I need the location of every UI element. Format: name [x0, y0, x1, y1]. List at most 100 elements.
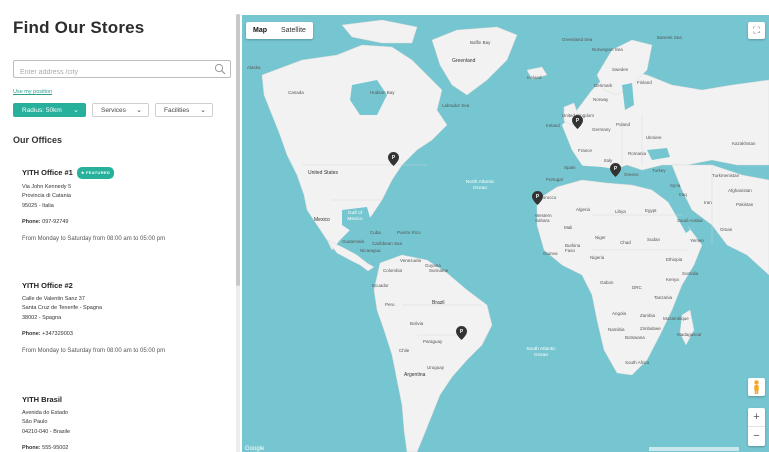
office-address-line: Via John Kennedy 5 — [22, 183, 72, 190]
map-label: Burkina Faso — [565, 243, 581, 253]
office-address-line: São Paulo — [22, 419, 48, 425]
zoom-in-button[interactable]: + — [748, 408, 765, 427]
map-label: Saudi Arabia — [677, 218, 703, 223]
location-pin-icon[interactable]: P — [532, 191, 543, 205]
map-label: Chile — [399, 348, 410, 353]
office-address-line: 38002 - Spagna — [22, 314, 62, 321]
map-label: Venezuela — [400, 258, 422, 263]
map-label: Guatemala — [342, 239, 365, 244]
map-label: Botswana — [625, 335, 645, 340]
location-pin-icon[interactable]: P — [572, 115, 583, 129]
chevron-down-icon: ⌄ — [136, 107, 142, 114]
map-label: Somalia — [682, 271, 699, 276]
map-label: Mexico — [314, 217, 330, 223]
map-label: Cuba — [370, 230, 381, 235]
map-label: Zambia — [640, 313, 656, 318]
map-label: Turkey — [652, 168, 666, 173]
map-label: Greenland — [452, 58, 476, 64]
store-map[interactable]: Greenland Canada Alaska Hudson Bay Labra… — [242, 15, 769, 452]
office-address-line: Avenida do Estado — [22, 409, 69, 416]
sidebar-scrollbar-thumb[interactable] — [236, 14, 240, 286]
map-label: Chad — [620, 240, 631, 245]
satellite-view-button[interactable]: Satellite — [274, 22, 313, 39]
map-view-button[interactable]: Map — [246, 22, 274, 39]
map-label: Mozambique — [663, 316, 689, 321]
search-icon[interactable] — [214, 63, 226, 75]
street-view-button[interactable] — [748, 378, 765, 396]
map-label: Argentina — [404, 372, 426, 378]
map-attribution — [649, 447, 739, 451]
use-my-position-link[interactable]: Use my position — [13, 89, 52, 95]
map-label: Iceland — [527, 75, 542, 80]
map-label: Gabon — [600, 280, 614, 285]
pegman-icon — [754, 380, 759, 394]
map-label: Algeria — [576, 207, 591, 212]
map-label: Peru — [385, 302, 395, 307]
radius-dropdown[interactable]: Radius: 50km ⌄ — [13, 103, 86, 117]
map-label: Ukraine — [646, 135, 662, 140]
map-label: South Africa — [625, 360, 650, 365]
map-label: Suriname — [429, 268, 449, 273]
map-label: Yemen — [690, 238, 704, 243]
map-label: North Atlantic Ocean — [465, 180, 495, 191]
office-phone: Phone: 097-92749 — [22, 219, 69, 225]
map-label: Germany — [592, 127, 611, 132]
fullscreen-button[interactable]: ⛶ — [748, 22, 765, 39]
location-pin-icon[interactable]: P — [456, 326, 467, 340]
map-label: Oman — [720, 227, 733, 232]
map-label: Finland — [637, 80, 652, 85]
map-label: Uruguay — [427, 365, 445, 370]
office-card[interactable]: YITH Office #2 Calle de Valentin Sanz 37… — [22, 281, 165, 356]
page-title: Find Our Stores — [13, 18, 145, 37]
zoom-controls: + − — [748, 408, 765, 446]
map-label: Nicaragua — [360, 248, 381, 253]
map-label: Puerto Rico — [397, 230, 421, 235]
map-label: Portugal — [546, 177, 563, 182]
map-label: Romania — [628, 151, 647, 156]
google-logo: Google — [245, 446, 265, 452]
radius-label: Radius: 50km — [22, 106, 62, 114]
map-label: Madagascar — [677, 332, 702, 337]
map-label: Brazil — [432, 300, 445, 306]
services-dropdown[interactable]: Services ⌄ — [92, 103, 149, 117]
location-pin-icon[interactable]: P — [388, 152, 399, 166]
map-label: Kenya — [666, 277, 679, 282]
office-phone: Phone: 555-95002 — [22, 445, 69, 451]
map-label: Sweden — [612, 67, 629, 72]
office-name: YITH Brasil — [22, 395, 63, 404]
map-label: Niger — [595, 235, 606, 240]
map-label: Ecuador — [372, 283, 389, 288]
map-label: Denmark — [594, 83, 613, 88]
facilities-dropdown[interactable]: Facilities ⌄ — [155, 103, 213, 117]
map-landmasses — [261, 19, 769, 452]
map-label: Iran — [704, 200, 712, 205]
filter-bar: Radius: 50km ⌄ Services ⌄ Facilities ⌄ — [13, 103, 213, 117]
south-america-landmass — [373, 254, 493, 452]
office-name: YITH Office #1 — [22, 168, 73, 177]
map-label: Barents Sea — [657, 35, 682, 40]
map-label: Namibia — [608, 327, 625, 332]
location-pin-icon[interactable]: P — [610, 163, 621, 177]
office-card[interactable]: YITH Office #1 ★ FEATURED Via John Kenne… — [22, 167, 165, 244]
map-label: Canada — [288, 90, 304, 95]
central-america-landmass — [326, 239, 375, 272]
services-label: Services — [101, 106, 126, 114]
map-label: Guinea — [543, 251, 558, 256]
map-label: Caribbean Sea — [372, 241, 403, 246]
map-label: Colombia — [383, 268, 403, 273]
map-label: Norwegian Sea — [592, 47, 623, 52]
office-address-line: 04210-040 - Brasile — [22, 428, 71, 435]
chevron-down-icon: ⌄ — [73, 107, 79, 114]
map-label: United States — [308, 170, 339, 176]
map-label: Gulf of Mexico — [347, 211, 363, 222]
arctic-islands — [341, 19, 418, 44]
map-label: Bolivia — [410, 321, 424, 326]
map-label: Western Sahara — [535, 213, 552, 223]
office-address-line: Santa Cruz de Tenerife - Spagna — [22, 305, 103, 311]
map-label: Ireland — [546, 123, 560, 128]
office-card[interactable]: YITH Brasil Avenida do Estado São Paulo … — [22, 395, 70, 452]
facilities-label: Facilities — [164, 106, 190, 114]
zoom-out-button[interactable]: − — [748, 427, 765, 446]
map-label: Spain — [564, 165, 576, 170]
address-search-input[interactable] — [14, 64, 204, 81]
